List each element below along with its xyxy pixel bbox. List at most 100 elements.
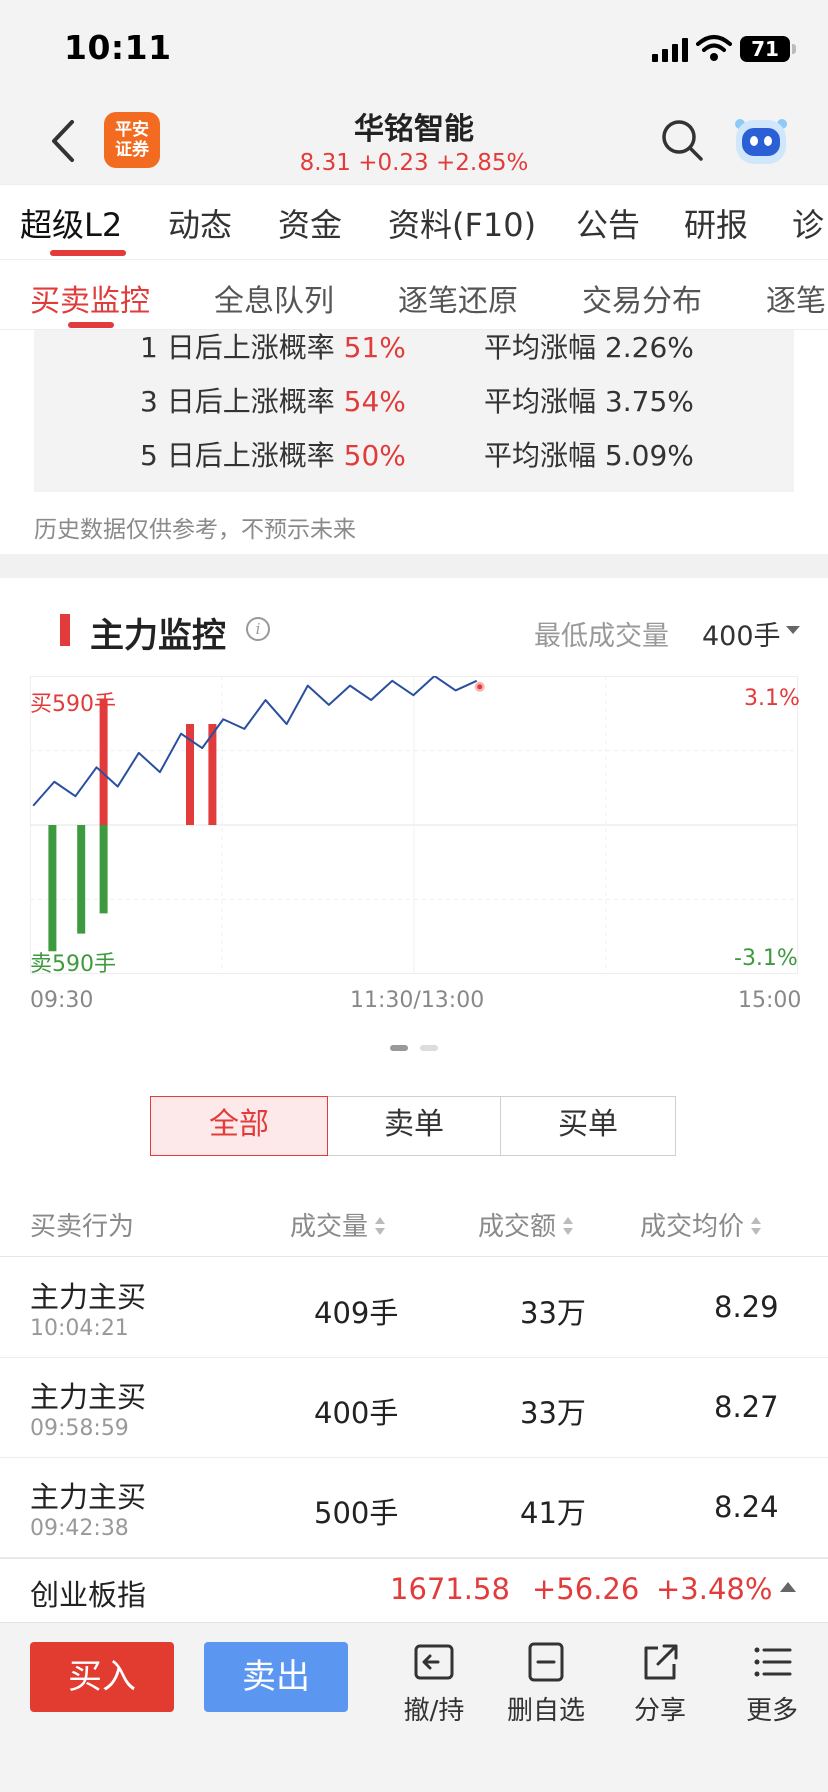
history-disclaimer: 历史数据仅供参考，不预示未来 xyxy=(34,517,356,543)
main-force-chart xyxy=(30,676,798,974)
probability-value: 54% xyxy=(343,385,406,418)
tab-diagnosis[interactable]: 诊 xyxy=(792,200,824,246)
chevron-up-icon[interactable] xyxy=(780,1582,796,1592)
tab-f10[interactable]: 资料(F10) xyxy=(388,200,536,246)
sort-icon[interactable] xyxy=(374,1215,386,1237)
average-gain-label: 平均涨幅 xyxy=(484,331,597,364)
more-button[interactable]: 更多 xyxy=(722,1640,822,1727)
chart-sell-bar xyxy=(48,825,57,952)
row-action: 主力主买 xyxy=(30,1480,147,1514)
row-avg-price: 8.24 xyxy=(714,1490,779,1524)
index-value: 1671.58 xyxy=(390,1572,510,1606)
remove-favorite-label: 删自选 xyxy=(506,1696,585,1726)
average-gain-label: 平均涨幅 xyxy=(484,439,597,472)
cancel-hold-button[interactable]: 撤/持 xyxy=(384,1640,484,1727)
average-gain: 平均涨幅 2.26% xyxy=(484,326,694,366)
row-action: 主力主买 xyxy=(30,1380,147,1414)
filter-all-button[interactable]: 全部 xyxy=(150,1096,328,1156)
more-label: 更多 xyxy=(745,1696,798,1726)
tab-dynamics[interactable]: 动态 xyxy=(168,200,232,246)
x-tick-label: 09:30 xyxy=(30,988,94,1013)
table-row[interactable]: 主力主买 10:04:21 409手 33万 8.29 xyxy=(0,1258,828,1358)
remove-favorite-button[interactable]: 删自选 xyxy=(496,1640,596,1727)
probability-label: 5 日后上涨概率 xyxy=(140,439,335,472)
row-avg-price: 8.29 xyxy=(714,1290,779,1324)
min-volume-select[interactable]: 400手 xyxy=(702,614,781,653)
x-tick-label: 15:00 xyxy=(738,988,802,1013)
info-icon[interactable]: i xyxy=(246,617,270,641)
column-header-avg-price[interactable]: 成交均价 xyxy=(640,1206,762,1243)
probability-label: 1 日后上涨概率 xyxy=(140,331,335,364)
row-volume: 409手 xyxy=(314,1296,399,1330)
tab-announcements[interactable]: 公告 xyxy=(576,200,640,246)
average-gain-value: 5.09% xyxy=(604,439,694,472)
wifi-icon xyxy=(696,35,732,61)
row-amount: 33万 xyxy=(520,1296,586,1330)
stock-name: 华铭智能 xyxy=(354,112,474,147)
remove-favorite-icon xyxy=(528,1642,564,1682)
x-tick-label: 11:30/13:00 xyxy=(350,988,485,1013)
index-change: +56.26 xyxy=(532,1572,640,1606)
sort-icon[interactable] xyxy=(750,1215,762,1237)
chart-buy-label: 买590手 xyxy=(30,692,116,717)
sell-button[interactable]: 卖出 xyxy=(204,1642,348,1712)
chart-bottom-pct-label: -3.1% xyxy=(734,946,798,971)
tab-super-l2[interactable]: 超级L2 xyxy=(20,200,122,246)
tab-funds[interactable]: 资金 xyxy=(278,200,342,246)
broker-logo-line1: 平安 xyxy=(115,120,149,140)
sort-icon[interactable] xyxy=(562,1215,574,1237)
tab-trade-distribution-label[interactable]: 交易分布 xyxy=(582,276,702,320)
back-chevron-icon[interactable] xyxy=(48,118,78,164)
stock-quote: 8.31 +0.23 +2.85% xyxy=(299,150,529,176)
broker-logo-line2: 证券 xyxy=(115,140,149,160)
chevron-down-icon[interactable] xyxy=(786,626,800,634)
search-icon[interactable] xyxy=(660,118,704,162)
tab-full-queue-label[interactable]: 全息队列 xyxy=(214,276,334,320)
tab-research[interactable]: 研报 xyxy=(684,200,748,246)
more-icon xyxy=(754,1647,792,1677)
secondary-tab-indicator-active xyxy=(68,322,114,328)
tab-tick-restore-label[interactable]: 逐笔还原 xyxy=(398,276,518,320)
probability-value: 50% xyxy=(343,439,406,472)
table-header-divider xyxy=(0,1256,828,1257)
row-action: 主力主买 xyxy=(30,1280,147,1314)
cancel-hold-icon xyxy=(414,1644,454,1680)
buy-button[interactable]: 买入 xyxy=(30,1642,174,1712)
row-volume: 400手 xyxy=(314,1396,399,1430)
index-change-pct: +3.48% xyxy=(656,1572,773,1606)
page-dot-active[interactable] xyxy=(390,1045,408,1051)
tab-tick-detail-label[interactable]: 逐笔 xyxy=(766,276,826,320)
filter-sell-orders-button[interactable]: 卖单 xyxy=(326,1096,502,1156)
min-volume-label: 最低成交量 xyxy=(534,621,669,652)
average-gain-label: 平均涨幅 xyxy=(484,385,597,418)
share-label: 分享 xyxy=(633,1696,686,1726)
row-volume: 500手 xyxy=(314,1496,399,1530)
table-row[interactable]: 主力主买 09:58:59 400手 33万 8.27 xyxy=(0,1358,828,1458)
average-gain: 平均涨幅 3.75% xyxy=(484,380,694,420)
average-gain-value: 3.75% xyxy=(604,385,694,418)
battery-indicator: 71 xyxy=(740,36,790,62)
index-name: 创业板指 xyxy=(30,1578,147,1612)
main-monitor-title: 主力监控 xyxy=(90,616,226,656)
probability-row: 3 日后上涨概率 54% xyxy=(140,380,406,420)
chart-sell-bar xyxy=(99,825,108,914)
filter-buy-orders-button[interactable]: 买单 xyxy=(500,1096,676,1156)
broker-logo[interactable]: 平安 证券 xyxy=(104,112,160,168)
column-header-volume[interactable]: 成交量 xyxy=(290,1206,386,1243)
page-dot[interactable] xyxy=(420,1045,438,1051)
row-amount: 33万 xyxy=(520,1396,586,1430)
table-row[interactable]: 主力主买 09:42:38 500手 41万 8.24 xyxy=(0,1458,828,1558)
chart-sell-bar xyxy=(77,825,86,934)
battery-cap xyxy=(792,44,796,54)
row-time: 09:42:38 xyxy=(30,1516,129,1541)
column-header-amount[interactable]: 成交额 xyxy=(478,1206,574,1243)
share-button[interactable]: 分享 xyxy=(610,1640,710,1727)
row-time: 09:58:59 xyxy=(30,1416,129,1441)
section-accent-bar xyxy=(60,614,70,646)
chart-top-pct-label: 3.1% xyxy=(744,686,800,711)
assistant-robot-icon[interactable] xyxy=(730,112,792,168)
tab-trade-monitor-label[interactable]: 买卖监控 xyxy=(30,276,150,320)
cellular-signal-icon xyxy=(652,38,688,62)
cancel-hold-label: 撤/持 xyxy=(403,1696,465,1726)
chart-latest-point-core xyxy=(477,684,483,690)
